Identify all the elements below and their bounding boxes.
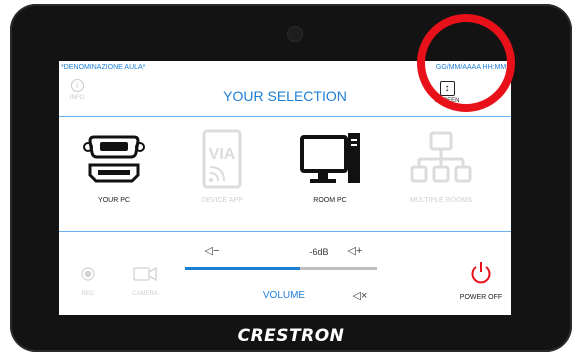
camera-icon [133, 266, 157, 282]
svg-text:VIA: VIA [209, 146, 236, 163]
desktop-pc-icon [300, 133, 360, 183]
volume-level: -6dB [309, 247, 329, 257]
volume-label: VOLUME [262, 290, 306, 301]
source-multiple-rooms: MULTIPLE ROOMS [399, 129, 483, 204]
room-name: *DENOMINAZIONE AULA* [61, 64, 146, 71]
highlight-circle-annotation [417, 14, 515, 112]
via-device-icon: VIA [202, 129, 242, 189]
header-divider [59, 116, 511, 117]
source-label: YOUR PC [98, 197, 130, 204]
multiple-rooms-icon [410, 131, 472, 183]
camera-lens-dot [287, 26, 303, 42]
source-room-pc[interactable]: ROOM PC [288, 129, 372, 204]
power-icon [471, 262, 491, 284]
source-label: MULTIPLE ROOMS [409, 197, 473, 204]
volume-slider-fill [185, 267, 301, 270]
rec-button: REC [73, 267, 103, 297]
volume-down-button[interactable]: ◁− [199, 242, 225, 260]
mute-button[interactable]: ◁× [347, 287, 373, 305]
rec-label: REC [81, 291, 95, 297]
source-label: DEVICE APP [201, 197, 243, 204]
volume-slider[interactable] [185, 267, 377, 270]
power-off-button[interactable]: POWER OFF [457, 261, 505, 301]
volume-up-button[interactable]: ◁+ [342, 242, 368, 260]
source-label: ROOM PC [313, 197, 347, 204]
vga-hdmi-icon [83, 135, 145, 183]
power-off-label: POWER OFF [459, 294, 503, 301]
camera-button: CAMERA [125, 266, 165, 297]
sources-divider [59, 231, 511, 232]
source-your-pc[interactable]: YOUR PC [72, 129, 156, 204]
camera-label: CAMERA [132, 291, 158, 297]
brand-logo: CRESTRON [237, 326, 345, 346]
record-icon [81, 267, 95, 281]
source-device-app: VIA DEVICE APP [180, 129, 264, 204]
